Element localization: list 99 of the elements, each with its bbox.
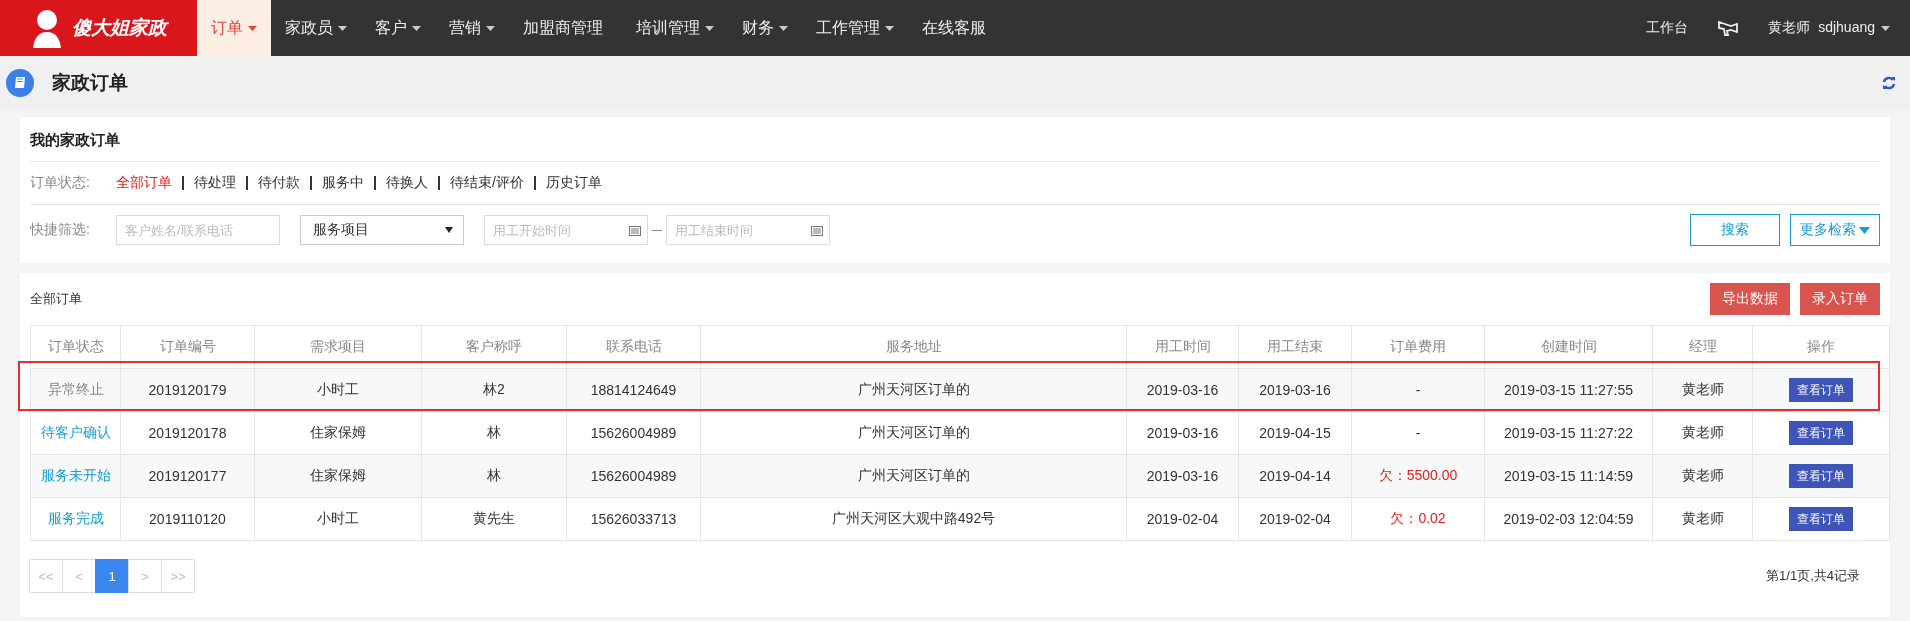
nav-menu-item[interactable]: 工作管理 <box>802 0 885 56</box>
view-order-button[interactable]: 查看订单 <box>1789 378 1853 402</box>
nav-menu-item[interactable]: 家政员 <box>271 0 338 56</box>
table-cell: 广州天河区订单的 <box>700 368 1127 412</box>
column-header: 经理 <box>1652 325 1753 369</box>
status-tab[interactable]: 待处理 <box>184 174 246 192</box>
service-select[interactable]: 服务项目 <box>300 215 464 245</box>
table-cell: 广州天河区订单的 <box>700 454 1127 498</box>
table-cell: 2019110120 <box>120 497 255 541</box>
table-cell: 林 <box>421 454 567 498</box>
workbench-link[interactable]: 工作台 <box>1646 19 1689 37</box>
brand-logo[interactable]: 傻大姐家政 <box>0 0 197 56</box>
table-cell: 林 <box>421 411 567 455</box>
table-cell: 服务完成 <box>30 497 121 541</box>
table-cell: 2019-03-16 <box>1126 454 1239 498</box>
refresh-icon[interactable] <box>1882 76 1896 90</box>
mascot-icon <box>30 8 64 48</box>
column-header: 操作 <box>1752 325 1890 369</box>
table-cell: 2019120178 <box>120 411 255 455</box>
table-cell: 住家保姆 <box>254 454 422 498</box>
view-order-button[interactable]: 查看订单 <box>1789 421 1853 445</box>
table-cell: 欠：5500.00 <box>1351 454 1485 498</box>
table-cell: 欠：0.02 <box>1351 497 1485 541</box>
table-cell: 15626004989 <box>566 454 701 498</box>
brand-name: 傻大姐家政 <box>72 16 167 40</box>
status-tab[interactable]: 待结束/评价 <box>440 174 534 192</box>
table-cell: 2019-04-15 <box>1238 411 1352 455</box>
table-cell: 广州天河区订单的 <box>700 411 1127 455</box>
calendar-icon[interactable] <box>629 225 641 236</box>
add-order-button[interactable]: 录入订单 <box>1800 283 1880 315</box>
user-menu[interactable]: 黄老师 sdjhuang <box>1768 19 1875 37</box>
caret-icon[interactable] <box>1881 25 1890 31</box>
caret-icon[interactable] <box>338 25 347 31</box>
page-info: 第1/1页,共4记录 <box>1766 567 1860 585</box>
status-tab[interactable]: 历史订单 <box>535 174 612 192</box>
caret-icon[interactable] <box>779 25 788 31</box>
status-tab[interactable]: 待付款 <box>248 174 310 192</box>
column-header: 客户称呼 <box>421 325 567 369</box>
field-label: 快捷筛选: <box>30 221 91 239</box>
caret-icon[interactable] <box>486 25 495 31</box>
column-header: 订单编号 <box>120 325 255 369</box>
status-tab[interactable]: 服务中 <box>312 174 374 192</box>
column-header: 用工时间 <box>1126 325 1239 369</box>
view-order-button[interactable]: 查看订单 <box>1789 507 1853 531</box>
column-header: 订单费用 <box>1351 325 1485 369</box>
table-cell: 待客户确认 <box>30 411 121 455</box>
table-cell: 15626004989 <box>566 411 701 455</box>
table-cell: 住家保姆 <box>254 411 422 455</box>
table-cell: 2019-03-15 11:27:22 <box>1484 411 1653 455</box>
table-cell: 黄老师 <box>1652 454 1753 498</box>
table-cell: 2019-04-14 <box>1238 454 1352 498</box>
nav-menu-item[interactable]: 财务 <box>728 0 779 56</box>
caret-icon[interactable] <box>885 25 894 31</box>
table-cell: 服务未开始 <box>30 454 121 498</box>
table-cell: 黄老师 <box>1652 497 1753 541</box>
table-cell: 异常终止 <box>30 368 121 412</box>
nav-menu-item[interactable]: 在线客服 <box>908 0 991 56</box>
table-cell: 黄老师 <box>1652 411 1753 455</box>
card-title: 我的家政订单 <box>30 117 1880 162</box>
table-cell: 小时工 <box>254 497 422 541</box>
page-title: 家政订单 <box>52 71 128 95</box>
field-label: 订单状态: <box>30 174 91 192</box>
calendar-icon[interactable] <box>811 225 823 236</box>
column-header: 服务地址 <box>700 325 1127 369</box>
nav-menu-item[interactable]: 客户 <box>361 0 412 56</box>
status-tab[interactable]: 待换人 <box>376 174 438 192</box>
section-title: 全部订单 <box>30 290 82 308</box>
table-cell: 2019-03-15 11:27:55 <box>1484 368 1653 412</box>
column-header: 需求项目 <box>254 325 422 369</box>
column-header: 用工结束 <box>1238 325 1352 369</box>
table-cell: 黄先生 <box>421 497 567 541</box>
megaphone-icon[interactable] <box>1718 20 1739 36</box>
caret-icon[interactable] <box>705 25 714 31</box>
table-cell: 2019-03-15 11:14:59 <box>1484 454 1653 498</box>
date-field[interactable]: 用工开始时间 <box>484 215 648 245</box>
nav-menu-item[interactable]: 加盟商管理 <box>509 0 608 56</box>
column-header: 联系电话 <box>566 325 701 369</box>
table-cell: 2019-03-16 <box>1126 411 1239 455</box>
column-header: 创建时间 <box>1484 325 1653 369</box>
nav-menu-item[interactable]: 营销 <box>435 0 486 56</box>
table-cell: - <box>1351 411 1485 455</box>
table-cell: 2019-02-04 <box>1238 497 1352 541</box>
table-cell: 2019120177 <box>120 454 255 498</box>
column-header: 订单状态 <box>30 325 121 369</box>
search-field[interactable]: 客户姓名/联系电话 <box>116 215 280 245</box>
caret-icon[interactable] <box>445 227 453 233</box>
date-field[interactable]: 用工结束时间 <box>666 215 830 245</box>
table-cell: 15626033713 <box>566 497 701 541</box>
table-cell: 2019-02-04 <box>1126 497 1239 541</box>
caret-icon[interactable] <box>412 25 421 31</box>
export-button[interactable]: 导出数据 <box>1710 283 1790 315</box>
table-cell: 小时工 <box>254 368 422 412</box>
page-button[interactable]: 1 <box>95 559 129 593</box>
book-icon <box>6 69 34 97</box>
view-order-button[interactable]: 查看订单 <box>1789 464 1853 488</box>
table-cell: 2019-02-03 12:04:59 <box>1484 497 1653 541</box>
nav-menu-item[interactable]: 培训管理 <box>622 0 705 56</box>
table-cell: 广州天河区大观中路492号 <box>700 497 1127 541</box>
status-tab[interactable]: 全部订单 <box>116 174 182 192</box>
